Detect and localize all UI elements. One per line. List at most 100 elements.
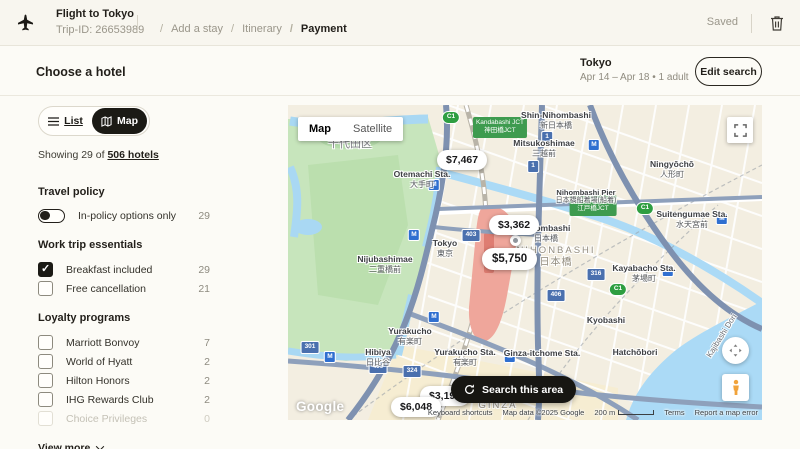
checkbox[interactable] (38, 411, 53, 426)
filter-row[interactable]: Breakfast included 29 (38, 262, 210, 277)
pan-control[interactable] (722, 337, 749, 364)
trip-details: Apr 14 – Apr 18 • 1 adult (580, 72, 689, 83)
checkbox[interactable] (38, 392, 53, 407)
map-place-label: Kayabacho Sta. 茅場町 (612, 263, 675, 284)
destination-name: Tokyo (580, 57, 612, 69)
view-more-button[interactable]: View more (38, 442, 210, 449)
filter-row[interactable]: Choice Privileges 0 (38, 411, 210, 426)
filter-row[interactable]: World of Hyatt 2 (38, 354, 210, 369)
checkbox[interactable] (38, 373, 53, 388)
breadcrumb-item[interactable]: Payment (282, 23, 347, 35)
route-shield: 316 (587, 268, 606, 281)
hotel-dot-marker[interactable] (510, 235, 521, 246)
junction-label: Kandabashi JCT 神田橋JCT (473, 117, 527, 138)
map-type-satellite-button[interactable]: Satellite (342, 117, 403, 141)
route-shield: 406 (547, 289, 566, 302)
metro-station-icon: M (588, 139, 600, 151)
loyalty-filters: Marriott Bonvoy 7 World of Hyatt 2 Hilto… (38, 335, 210, 426)
pan-arrows-icon (728, 343, 743, 358)
fullscreen-button[interactable] (727, 117, 753, 143)
map-type-map-button[interactable]: Map (298, 117, 342, 141)
metro-station-icon: M (408, 229, 420, 241)
trip-titles: Flight to Tokyo Trip-ID: 26653989 (56, 6, 144, 38)
header-divider-right (751, 14, 752, 33)
filter-row[interactable]: Free cancellation 21 (38, 281, 210, 296)
map-attribution: Keyboard shortcuts Map data ©2025 Google… (428, 408, 758, 417)
edit-search-button[interactable]: Edit search (695, 57, 762, 86)
map-place-label: Hatchōbori (613, 347, 658, 358)
map-view-button[interactable]: Map (92, 108, 147, 134)
checkbox[interactable] (38, 262, 53, 277)
map-place-label: Otemachi Sta. 大手町 (394, 169, 451, 190)
expressway-shield: C1 (442, 111, 460, 124)
delete-trip-button[interactable] (768, 14, 786, 32)
map-place-label: Shin-Nihombashi 新日本橋 (521, 110, 591, 131)
page-title: Choose a hotel (36, 65, 126, 79)
in-policy-row: In-policy options only 29 (38, 209, 210, 223)
map-type-control: Map Satellite (298, 117, 403, 141)
work-trip-section: Work trip essentials Breakfast included … (38, 239, 210, 296)
expressway-shield: C1 (636, 202, 654, 215)
pegman-icon (730, 379, 742, 396)
header-divider (137, 15, 138, 33)
map-icon (101, 116, 112, 127)
google-logo: Google (296, 399, 344, 414)
checkbox[interactable] (38, 354, 53, 369)
section-heading: Loyalty programs (38, 312, 210, 324)
list-icon (48, 117, 59, 126)
in-policy-toggle[interactable] (38, 209, 65, 223)
saved-status: Saved (707, 16, 738, 28)
hotels-count-link[interactable]: 506 hotels (107, 149, 158, 161)
route-shield: 403 (462, 229, 481, 242)
app-header: Flight to Tokyo Trip-ID: 26653989 Add a … (0, 0, 800, 46)
map-place-label: Ningyōchō 人形町 (650, 159, 694, 180)
route-shield: 301 (301, 341, 320, 354)
metro-station-icon: M (428, 311, 440, 323)
chevron-down-icon (96, 442, 104, 449)
airplane-icon (16, 13, 35, 37)
hotel-price-marker[interactable]: $5,750 (482, 248, 537, 270)
hotel-price-marker[interactable]: $3,362 (489, 215, 539, 235)
page: Flight to Tokyo Trip-ID: 26653989 Add a … (0, 0, 800, 449)
route-shield: 1 (527, 160, 539, 173)
work-trip-filters: Breakfast included 29 Free cancellation … (38, 262, 210, 296)
map-place-label: Yurakucho Sta. 有楽町 (434, 347, 495, 368)
filter-row[interactable]: Hilton Honors 2 (38, 373, 210, 388)
map-place-label: Ginza-itchome Sta. (504, 348, 581, 359)
section-heading: Work trip essentials (38, 239, 210, 251)
filter-row[interactable]: Marriott Bonvoy 7 (38, 335, 210, 350)
map-data-credit: Map data ©2025 Google (503, 408, 585, 417)
map-place-label: Mitsukoshimae 三越前 (513, 138, 574, 159)
map-place-label: Nihombashi Pier 日本橋船着場(船着) (556, 188, 617, 206)
travel-policy-section: Travel policy In-policy options only 29 (38, 186, 210, 223)
keyboard-shortcuts-link[interactable]: Keyboard shortcuts (428, 408, 493, 417)
trip-title: Flight to Tokyo (56, 6, 144, 22)
map-place-label: Suitengumae Sta. 水天宮前 (656, 209, 727, 230)
list-view-button[interactable]: List (39, 115, 92, 127)
refresh-icon (464, 384, 475, 395)
breadcrumb-item[interactable]: Itinerary (223, 23, 282, 35)
expressway-shield: C1 (609, 283, 627, 296)
trip-id: Trip-ID: 26653989 (56, 22, 144, 38)
map-place-label: Kyobashi (587, 315, 625, 326)
terms-link[interactable]: Terms (664, 408, 684, 417)
filter-row[interactable]: IHG Rewards Club 2 (38, 392, 210, 407)
metro-station-icon: M (324, 351, 336, 363)
fullscreen-icon (734, 124, 747, 137)
breadcrumb-item[interactable]: Add a stay (152, 23, 223, 35)
map-scale: 200 m (594, 408, 654, 417)
hotel-price-marker[interactable]: $7,467 (437, 150, 487, 170)
section-heading: Travel policy (38, 186, 210, 198)
street-view-pegman[interactable] (722, 374, 749, 401)
map-place-label: Nijubashimae 二重橋前 (357, 254, 412, 275)
report-map-error-link[interactable]: Report a map error (695, 408, 758, 417)
map-place-label: Hibiya 日比谷 (365, 347, 391, 368)
checkbox[interactable] (38, 335, 53, 350)
map-container[interactable]: Chiyoda City 千代田区 Otemachi Sta. 大手町 Shin… (288, 105, 762, 420)
route-shield: 324 (403, 365, 422, 378)
view-toggle: List Map (38, 106, 150, 136)
checkbox[interactable] (38, 281, 53, 296)
results-summary: Showing 29 of 506 hotels (38, 149, 210, 161)
search-this-area-button[interactable]: Search this area (451, 376, 576, 403)
filters-sidebar: List Map Showing 29 of 506 hotels Travel… (38, 106, 210, 449)
